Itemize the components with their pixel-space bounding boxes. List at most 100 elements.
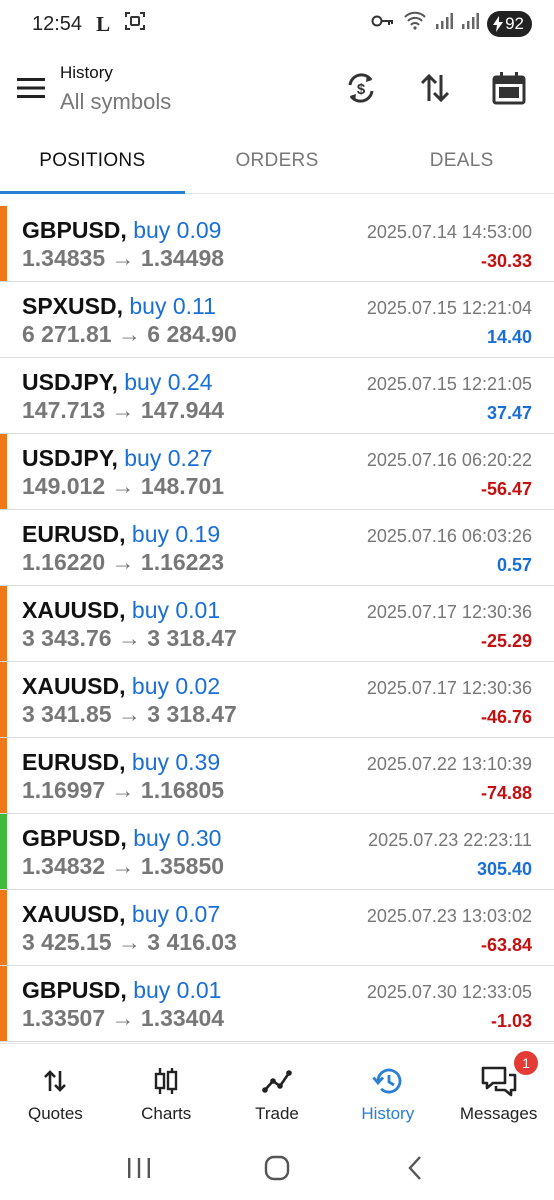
result-indicator bbox=[0, 282, 7, 357]
page-title: History bbox=[60, 63, 113, 82]
currency-exchange-button[interactable]: $ bbox=[326, 56, 396, 120]
nav-charts[interactable]: Charts bbox=[111, 1044, 222, 1135]
menu-button[interactable] bbox=[2, 59, 60, 117]
key-icon bbox=[371, 13, 395, 35]
home-icon bbox=[264, 1155, 290, 1180]
position-date: 2025.07.22 13:10:39 bbox=[366, 754, 532, 774]
recent-apps-button[interactable] bbox=[109, 1143, 169, 1193]
position-symbol: GBPUSD, bbox=[22, 977, 127, 1003]
position-row[interactable]: USDJPY, buy 0.24 147.713 → 147.944 2025.… bbox=[0, 358, 554, 434]
position-side: buy 0.02 bbox=[131, 673, 221, 699]
position-prices: 6 271.81 → 6 284.90 bbox=[22, 321, 237, 347]
calendar-button[interactable] bbox=[474, 56, 544, 120]
result-indicator bbox=[0, 738, 7, 813]
position-symbol: EURUSD, bbox=[22, 521, 126, 547]
charts-icon bbox=[152, 1064, 180, 1098]
position-date: 2025.07.17 12:30:36 bbox=[366, 678, 532, 698]
calendar-icon bbox=[492, 72, 526, 105]
position-date: 2025.07.14 14:53:00 bbox=[366, 222, 532, 242]
position-side: buy 0.09 bbox=[133, 217, 222, 243]
position-prices: 1.34835 → 1.34498 bbox=[22, 245, 225, 271]
result-indicator bbox=[0, 510, 7, 585]
position-date: 2025.07.16 06:03:26 bbox=[366, 526, 532, 546]
result-indicator bbox=[0, 662, 7, 737]
position-row[interactable]: XAUUSD, buy 0.01 3 343.76 → 3 318.47 202… bbox=[0, 586, 554, 662]
signal-icon-2 bbox=[461, 12, 480, 36]
nav-label: Charts bbox=[141, 1104, 192, 1123]
position-symbol: USDJPY, bbox=[22, 445, 118, 471]
position-symbol: USDJPY, bbox=[22, 369, 118, 395]
position-row[interactable]: EURUSD, buy 0.39 1.16997 → 1.16805 2025.… bbox=[0, 738, 554, 814]
position-side: buy 0.39 bbox=[131, 749, 221, 775]
position-row[interactable]: XAUUSD, buy 0.07 3 425.15 → 3 416.03 202… bbox=[0, 890, 554, 966]
position-prices: 147.713 → 147.944 bbox=[22, 397, 225, 423]
app-bar: History All symbols $ bbox=[0, 48, 554, 128]
nav-messages[interactable]: Messages 1 bbox=[443, 1044, 554, 1135]
position-row[interactable]: SPXUSD, buy 0.11 6 271.81 → 6 284.90 202… bbox=[0, 282, 554, 358]
status-time: 12:54 bbox=[32, 12, 83, 35]
wifi-icon bbox=[403, 11, 427, 37]
position-profit: 305.40 bbox=[476, 859, 532, 879]
header-titles[interactable]: History All symbols bbox=[60, 61, 171, 115]
back-button[interactable] bbox=[385, 1143, 445, 1193]
nav-label: Trade bbox=[255, 1104, 299, 1123]
position-profit: 37.47 bbox=[486, 403, 532, 423]
position-row[interactable]: GBPUSD, buy 0.01 1.33507 → 1.33404 2025.… bbox=[0, 966, 554, 1042]
position-prices: 3 341.85 → 3 318.47 bbox=[22, 701, 237, 727]
nav-history[interactable]: History bbox=[332, 1044, 443, 1135]
position-date: 2025.07.23 22:23:11 bbox=[368, 830, 532, 850]
result-indicator bbox=[0, 434, 7, 509]
tab-positions[interactable]: POSITIONS bbox=[0, 128, 185, 194]
position-side: buy 0.07 bbox=[131, 901, 221, 927]
bottom-nav: Quotes Charts Trade History Messages 1 bbox=[0, 1043, 554, 1135]
position-date: 2025.07.17 12:30:36 bbox=[366, 602, 532, 622]
sort-button[interactable] bbox=[400, 56, 470, 120]
recent-apps-icon bbox=[128, 1157, 150, 1178]
position-row[interactable]: GBPUSD, buy 0.09 1.34835 → 1.34498 2025.… bbox=[0, 206, 554, 282]
position-profit: -25.29 bbox=[480, 631, 532, 651]
position-profit: 14.40 bbox=[486, 327, 532, 347]
battery-indicator: 92 bbox=[487, 11, 532, 37]
position-profit: -1.03 bbox=[490, 1011, 532, 1031]
position-row[interactable]: GBPUSD, buy 0.30 1.34832 → 1.35850 2025.… bbox=[0, 814, 554, 890]
position-row[interactable]: EURUSD, buy 0.19 1.16220 → 1.16223 2025.… bbox=[0, 510, 554, 586]
home-button[interactable] bbox=[247, 1143, 307, 1193]
trade-icon bbox=[262, 1064, 292, 1098]
result-indicator bbox=[0, 814, 7, 889]
status-bar: 12:54 L 92 bbox=[0, 0, 554, 48]
currency-exchange-icon: $ bbox=[348, 73, 374, 103]
positions-list: GBPUSD, buy 0.09 1.34835 → 1.34498 2025.… bbox=[0, 206, 554, 1042]
tab-deals[interactable]: DEALS bbox=[369, 128, 554, 193]
position-date: 2025.07.16 06:20:22 bbox=[366, 450, 532, 470]
history-icon bbox=[372, 1064, 404, 1098]
position-date: 2025.07.15 12:21:05 bbox=[366, 374, 532, 394]
nav-trade[interactable]: Trade bbox=[222, 1044, 333, 1135]
tab-orders[interactable]: ORDERS bbox=[185, 128, 370, 193]
position-prices: 3 425.15 → 3 416.03 bbox=[22, 929, 237, 955]
symbol-filter[interactable]: All symbols bbox=[60, 89, 171, 115]
position-symbol: XAUUSD, bbox=[22, 901, 126, 927]
position-side: buy 0.30 bbox=[133, 825, 222, 851]
position-symbol: GBPUSD, bbox=[22, 825, 127, 851]
nav-label: Quotes bbox=[27, 1104, 83, 1123]
position-row[interactable]: USDJPY, buy 0.27 149.012 → 148.701 2025.… bbox=[0, 434, 554, 510]
position-side: buy 0.19 bbox=[131, 521, 221, 547]
position-symbol: XAUUSD, bbox=[22, 597, 126, 623]
nav-quotes[interactable]: Quotes bbox=[0, 1044, 111, 1135]
position-row[interactable]: XAUUSD, buy 0.02 3 341.85 → 3 318.47 202… bbox=[0, 662, 554, 738]
position-prices: 1.33507 → 1.33404 bbox=[22, 1005, 225, 1031]
battery-level: 92 bbox=[505, 14, 524, 33]
position-profit: -56.47 bbox=[480, 479, 532, 499]
status-letter-icon: L bbox=[96, 11, 111, 36]
nav-label: History bbox=[361, 1104, 415, 1123]
position-prices: 1.34832 → 1.35850 bbox=[22, 853, 225, 879]
position-date: 2025.07.23 13:03:02 bbox=[366, 906, 532, 926]
nav-label: Messages bbox=[459, 1104, 538, 1123]
position-profit: -30.33 bbox=[480, 251, 532, 271]
position-profit: -63.84 bbox=[480, 935, 532, 955]
result-indicator bbox=[0, 586, 7, 661]
signal-icon bbox=[435, 12, 454, 36]
position-side: buy 0.01 bbox=[133, 977, 222, 1003]
position-profit: -74.88 bbox=[480, 783, 532, 803]
system-nav bbox=[0, 1135, 554, 1200]
